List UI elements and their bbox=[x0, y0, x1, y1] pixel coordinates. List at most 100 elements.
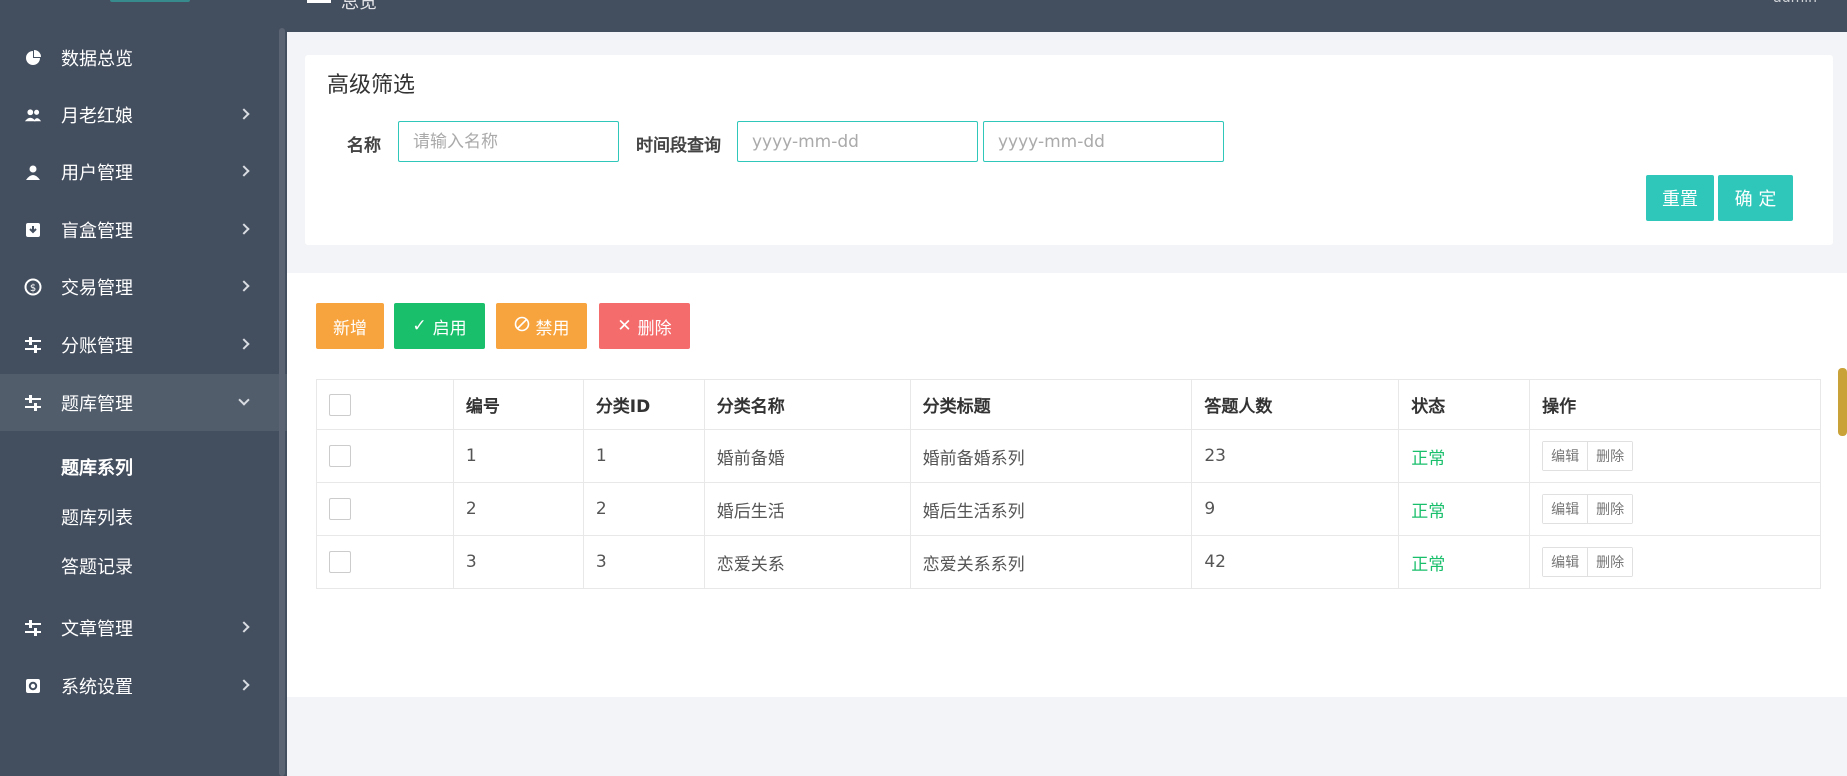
row-actions: 编辑 删除 bbox=[1542, 441, 1634, 471]
edit-button[interactable]: 编辑 bbox=[1543, 548, 1588, 576]
cell-title: 恋爱关系系列 bbox=[909, 535, 1193, 589]
cell-count: 42 bbox=[1191, 535, 1400, 589]
menu-icon[interactable] bbox=[307, 0, 331, 3]
sidebar-item-users[interactable]: 用户管理 bbox=[0, 143, 287, 200]
sidebar-subitem-list[interactable]: 题库列表 bbox=[61, 504, 133, 530]
sidebar-item-split[interactable]: 分账管理 bbox=[0, 316, 287, 373]
sidebar-item-label: 题库管理 bbox=[61, 393, 133, 415]
filter-panel: 高级筛选 名称 时间段查询 重置 确 定 bbox=[305, 55, 1833, 245]
chevron-down-icon bbox=[238, 394, 250, 406]
sidebar-item-label: 盲盒管理 bbox=[61, 220, 133, 242]
sidebar-scrollbar[interactable] bbox=[279, 28, 285, 776]
page-scrollbar[interactable] bbox=[1838, 368, 1847, 436]
cell-name: 婚前备婚 bbox=[703, 429, 911, 483]
row-actions: 编辑 删除 bbox=[1542, 547, 1634, 577]
sidebar-subitem-records[interactable]: 答题记录 bbox=[61, 553, 133, 579]
confirm-button[interactable]: 确 定 bbox=[1718, 175, 1793, 221]
sliders-icon bbox=[24, 619, 42, 637]
chevron-right-icon bbox=[238, 679, 250, 691]
column-header: 分类名称 bbox=[703, 379, 911, 430]
disable-button[interactable]: 禁用 bbox=[496, 303, 587, 349]
main-panel: 新增 ✓ 启用 禁用 ✕ 删除 编号 分类ID 分类名称 分类标题 答题人数 状… bbox=[287, 273, 1847, 697]
status-badge: 正常 bbox=[1398, 482, 1531, 536]
table-row: 2 2 婚后生活 婚后生活系列 9 正常 编辑 删除 bbox=[316, 482, 1821, 536]
delete-button[interactable]: ✕ 删除 bbox=[599, 303, 690, 349]
column-header: 答题人数 bbox=[1191, 379, 1400, 430]
column-header: 编号 bbox=[452, 379, 584, 430]
status-badge: 正常 bbox=[1398, 429, 1531, 483]
sidebar-item-label: 交易管理 bbox=[61, 277, 133, 299]
name-label: 名称 bbox=[347, 136, 381, 156]
cell-title: 婚后生活系列 bbox=[909, 482, 1193, 536]
add-button-label: 新增 bbox=[333, 318, 367, 339]
ban-icon bbox=[514, 316, 530, 337]
column-header: 状态 bbox=[1398, 379, 1531, 430]
user-icon bbox=[24, 163, 42, 181]
period-label: 时间段查询 bbox=[636, 136, 721, 156]
sidebar-item-blindbox[interactable]: 盲盒管理 bbox=[0, 201, 287, 258]
sidebar-item-question-bank[interactable]: 题库管理 bbox=[0, 374, 287, 431]
cell-id: 2 bbox=[452, 482, 584, 536]
edit-button[interactable]: 编辑 bbox=[1543, 495, 1588, 523]
sidebar: 数据总览 月老红娘 用户管理 盲盒管理 $ 交易管理 分账管理 题库管理 题库系… bbox=[0, 0, 287, 776]
chevron-right-icon bbox=[238, 338, 250, 350]
cell-name: 婚后生活 bbox=[703, 482, 911, 536]
page-title: 总览 bbox=[341, 0, 377, 13]
chevron-right-icon bbox=[238, 621, 250, 633]
row-checkbox[interactable] bbox=[329, 551, 351, 573]
sidebar-item-label: 分账管理 bbox=[61, 335, 133, 357]
end-date-input[interactable] bbox=[983, 121, 1224, 162]
sidebar-item-settings[interactable]: 系统设置 bbox=[0, 657, 287, 714]
column-header: 分类标题 bbox=[909, 379, 1193, 430]
disable-button-label: 禁用 bbox=[535, 318, 570, 339]
row-checkbox[interactable] bbox=[329, 445, 351, 467]
cell-count: 9 bbox=[1191, 482, 1400, 536]
box-icon bbox=[24, 221, 42, 239]
sidebar-item-articles[interactable]: 文章管理 bbox=[0, 599, 287, 656]
pie-chart-icon bbox=[24, 49, 42, 67]
cell-count: 23 bbox=[1191, 429, 1400, 483]
chevron-right-icon bbox=[238, 108, 250, 120]
row-checkbox[interactable] bbox=[329, 498, 351, 520]
user-name[interactable]: admin bbox=[1773, 0, 1817, 6]
cell-id: 3 bbox=[452, 535, 584, 589]
column-header: 分类ID bbox=[582, 379, 705, 430]
table-header-row: 编号 分类ID 分类名称 分类标题 答题人数 状态 操作 bbox=[316, 379, 1821, 430]
row-delete-button[interactable]: 删除 bbox=[1587, 442, 1633, 470]
sidebar-item-transactions[interactable]: $ 交易管理 bbox=[0, 258, 287, 315]
svg-text:$: $ bbox=[30, 283, 36, 294]
sidebar-item-label: 月老红娘 bbox=[61, 105, 133, 127]
row-delete-button[interactable]: 删除 bbox=[1587, 548, 1633, 576]
select-all-checkbox[interactable] bbox=[329, 393, 351, 416]
reset-button[interactable]: 重置 bbox=[1646, 175, 1714, 221]
sidebar-item-label: 系统设置 bbox=[61, 676, 133, 698]
sidebar-item-matchmaker[interactable]: 月老红娘 bbox=[0, 86, 287, 143]
table-row: 3 3 恋爱关系 恋爱关系系列 42 正常 编辑 删除 bbox=[316, 535, 1821, 589]
chevron-right-icon bbox=[238, 165, 250, 177]
sidebar-item-dashboard[interactable]: 数据总览 bbox=[0, 29, 287, 86]
top-header: 总览 admin bbox=[287, 0, 1847, 32]
sidebar-item-label: 用户管理 bbox=[61, 162, 133, 184]
row-delete-button[interactable]: 删除 bbox=[1587, 495, 1633, 523]
start-date-input[interactable] bbox=[737, 121, 978, 162]
category-table: 编号 分类ID 分类名称 分类标题 答题人数 状态 操作 1 1 婚前备婚 婚前… bbox=[316, 379, 1821, 589]
close-icon: ✕ bbox=[617, 316, 632, 336]
sliders-icon bbox=[24, 336, 42, 354]
coin-icon: $ bbox=[24, 278, 42, 296]
enable-button[interactable]: ✓ 启用 bbox=[394, 303, 485, 349]
cell-category-id: 1 bbox=[582, 429, 705, 483]
column-header: 操作 bbox=[1529, 379, 1821, 430]
cell-id: 1 bbox=[452, 429, 584, 483]
users-icon bbox=[24, 106, 42, 124]
sidebar-subitem-series[interactable]: 题库系列 bbox=[61, 454, 133, 480]
add-button[interactable]: 新增 bbox=[316, 303, 384, 349]
name-input[interactable] bbox=[398, 121, 619, 162]
enable-button-label: 启用 bbox=[432, 318, 467, 339]
edit-button[interactable]: 编辑 bbox=[1543, 442, 1588, 470]
sliders-icon bbox=[24, 394, 42, 412]
cell-name: 恋爱关系 bbox=[703, 535, 911, 589]
cell-category-id: 3 bbox=[582, 535, 705, 589]
chevron-right-icon bbox=[238, 280, 250, 292]
check-icon: ✓ bbox=[412, 316, 427, 336]
table-row: 1 1 婚前备婚 婚前备婚系列 23 正常 编辑 删除 bbox=[316, 429, 1821, 483]
